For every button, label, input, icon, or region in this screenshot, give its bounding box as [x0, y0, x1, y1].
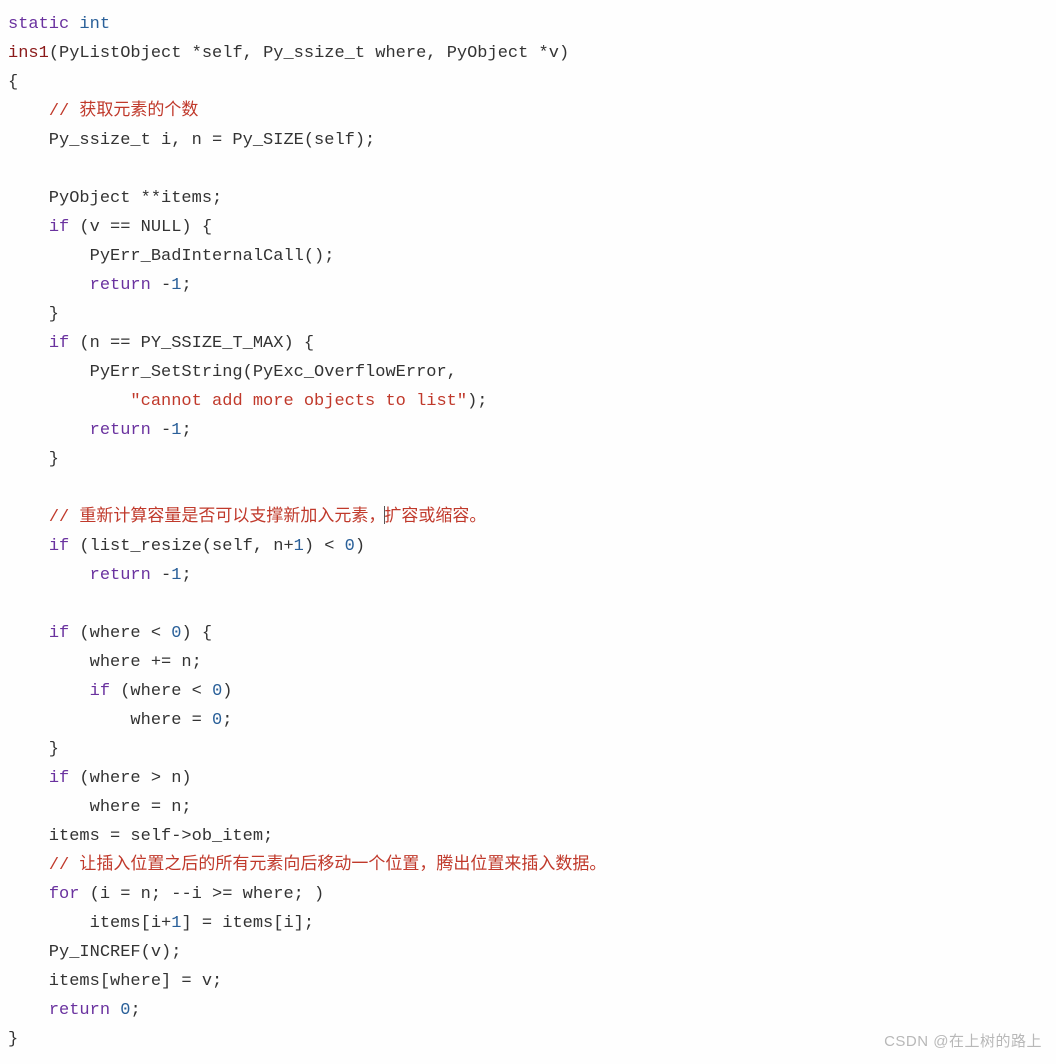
function-name: ins1: [8, 44, 49, 63]
comment: // 重新计算容量是否可以支撑新加入元素，: [49, 508, 386, 527]
code-block: static int ins1(PyListObject *self, Py_s…: [8, 10, 1048, 1054]
keyword-static: static: [8, 15, 69, 34]
string-literal: "cannot add more objects to list": [130, 392, 467, 411]
comment: // 获取元素的个数: [49, 102, 199, 121]
watermark: CSDN @在上树的路上: [884, 1027, 1042, 1056]
type-int: int: [79, 15, 110, 34]
comment: // 让插入位置之后的所有元素向后移动一个位置，腾出位置来插入数据。: [49, 856, 607, 875]
